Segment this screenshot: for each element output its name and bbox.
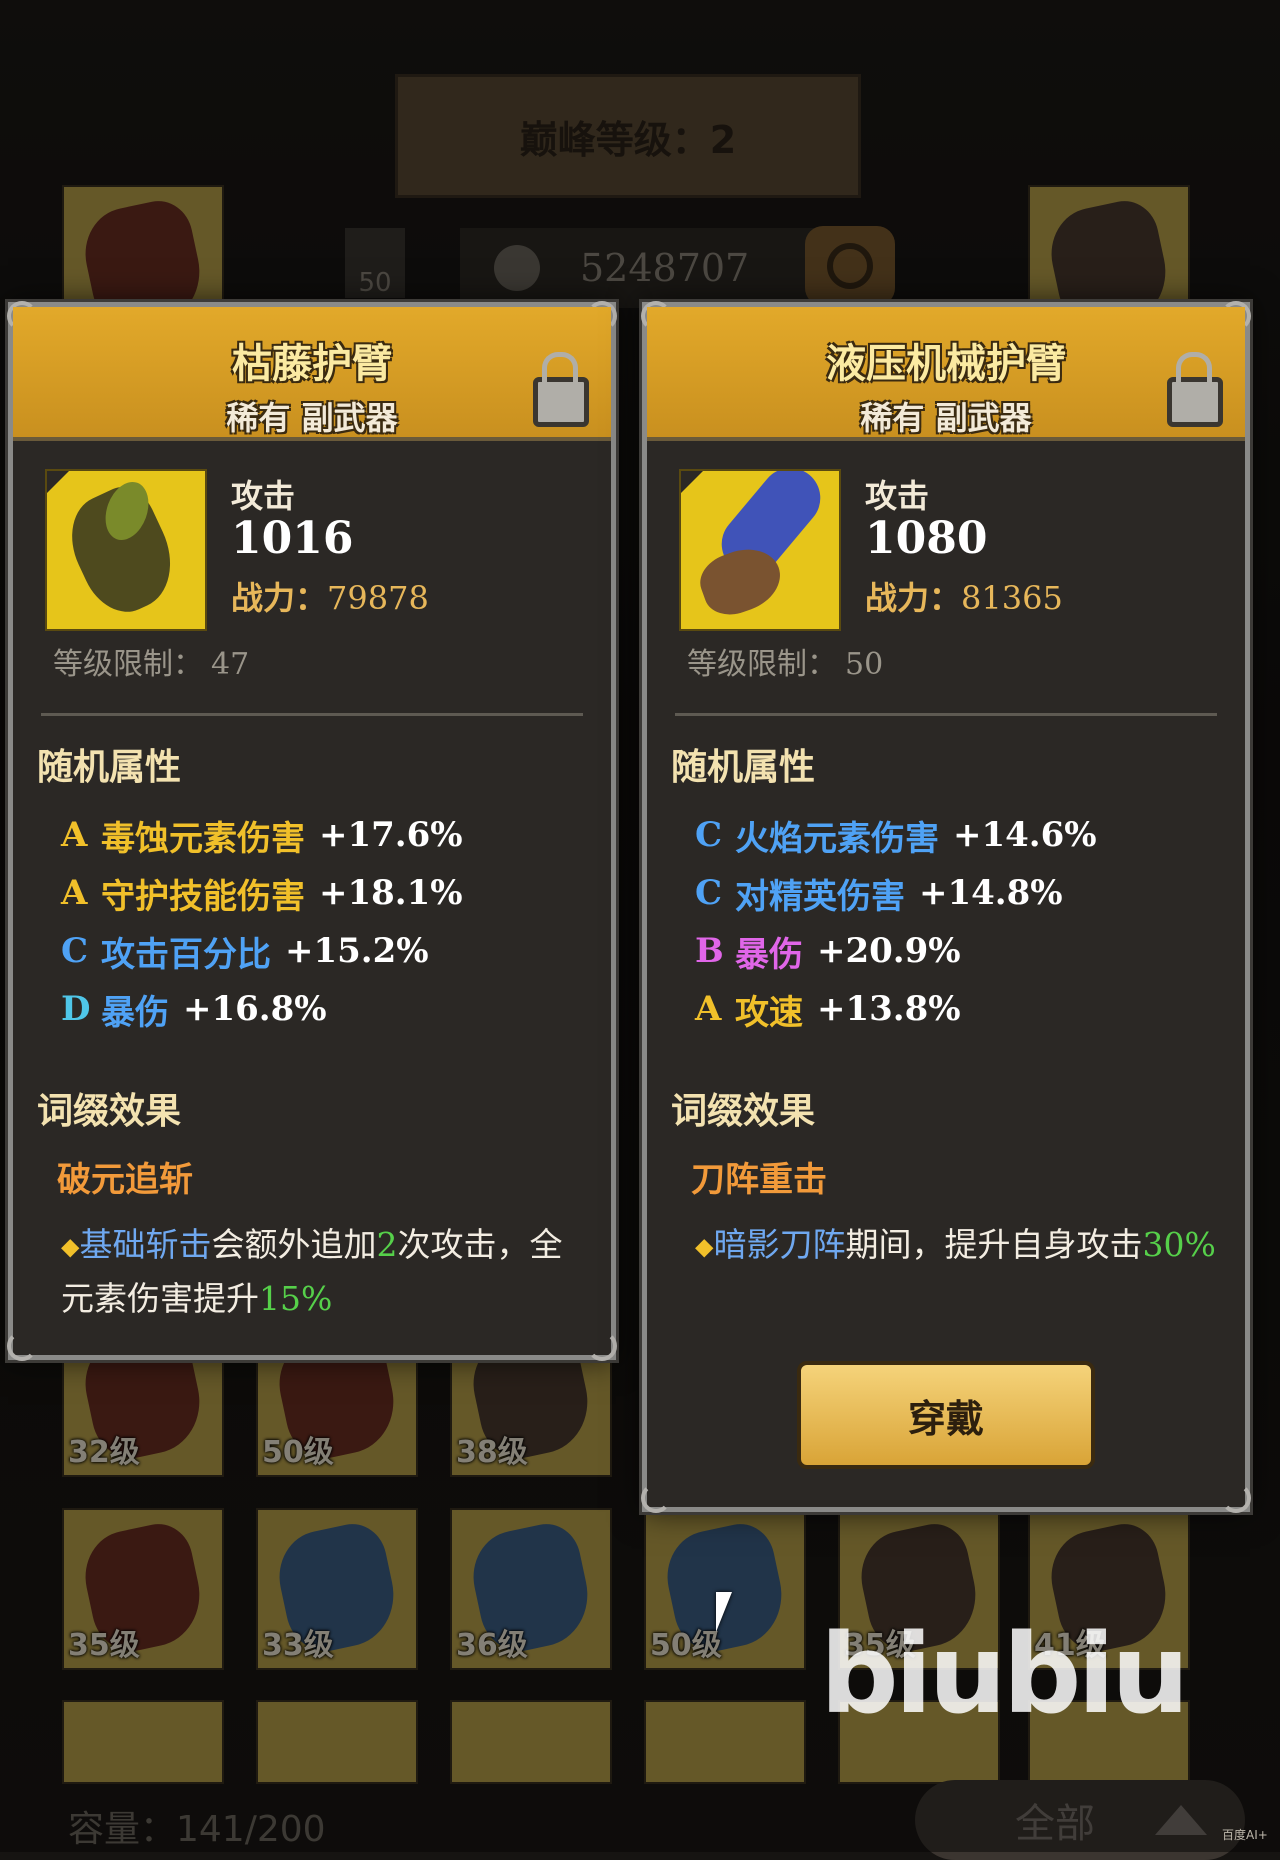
inventory-slot[interactable] [62,1700,224,1784]
random-attributes-title: 随机属性 [671,747,816,788]
card-header: 枯藤护臂 稀有 副武器 [13,307,611,441]
affix-description: ◆暗影刀阵期间，提升自身攻击30% [695,1225,1216,1264]
random-attributes-title: 随机属性 [37,747,182,788]
item-rarity-type: 稀有 副武器 [226,399,398,437]
attribute-list: A 毒蚀元素伤害 +17.6% A 守护技能伤害 +18.1% C 攻击百分比 +15.2%… [13,806,611,1038]
affix-title: 词缀效果 [671,1091,816,1132]
inventory-slot[interactable] [644,1700,806,1784]
item-card-current: 枯藤护臂 稀有 副武器 攻击 1016 战力：79878 等级限制： 47 随机属… [7,301,617,1361]
filter-label: 全部 [1015,1801,1095,1847]
player-level-box: 50 [345,228,405,298]
filter-button[interactable]: 全部 [915,1780,1245,1860]
power-bar: 5248707 [460,228,860,308]
affix-name: 刀阵重击 [691,1160,827,1200]
attribute-row: A 守护技能伤害 +18.1% [61,873,463,917]
lock-icon[interactable] [533,352,589,427]
power-rating: 战力：79878 [231,579,429,617]
inventory-slot[interactable]: 33级 [256,1508,418,1670]
divider [41,713,583,716]
mouse-cursor-icon [716,1592,732,1632]
watermark: biubiu [820,1610,1190,1738]
attribute-row: B 暴伤 +20.9% [695,931,961,975]
lock-icon[interactable] [1167,352,1223,427]
inventory-slot[interactable]: 35级 [62,1508,224,1670]
affix-title: 词缀效果 [37,1091,182,1132]
item-name: 液压机械护臂 [826,341,1066,387]
item-image [45,469,207,631]
attribute-row: D 暴伤 +16.8% [61,989,327,1033]
attribute-row: C 攻击百分比 +15.2% [61,931,429,975]
divider [675,713,1217,716]
equip-button[interactable]: 穿戴 [797,1361,1095,1469]
slot-level: 50级 [650,1628,722,1663]
attribute-row: A 攻速 +13.8% [695,989,961,1033]
search-icon [827,243,873,289]
item-name: 枯藤护臂 [232,341,392,387]
inventory-slot[interactable] [450,1700,612,1784]
slot-level: 35级 [68,1628,140,1663]
stat-value: 1016 [231,513,354,564]
level-requirement: 等级限制： 50 [687,647,884,682]
item-rarity-type: 稀有 副武器 [860,399,1032,437]
slot-level: 32级 [68,1435,140,1470]
slot-level: 36级 [456,1628,528,1663]
total-power: 5248707 [580,246,750,290]
corner-note: 百度AI+ [1222,1828,1268,1842]
attribute-row: A 毒蚀元素伤害 +17.6% [61,815,463,859]
slot-level: 38级 [456,1435,528,1470]
slot-level: 50级 [262,1435,334,1470]
chevron-up-icon [1155,1805,1207,1835]
power-rating: 战力：81365 [865,579,1063,617]
attribute-row: C 对精英伤害 +14.8% [695,873,1063,917]
slot-level: 33级 [262,1628,334,1663]
attribute-row: C 火焰元素伤害 +14.6% [695,815,1097,859]
inventory-slot[interactable]: 50级 [644,1508,806,1670]
search-button[interactable] [805,226,895,306]
level-requirement: 等级限制： 47 [53,647,250,682]
stat-label: 攻击 [865,477,930,515]
inventory-slot[interactable] [256,1700,418,1784]
affix-description: ◆基础斩击会额外追加2次攻击，全元素伤害提升15% [61,1225,563,1318]
fist-icon [494,245,540,291]
peak-level-banner: 巅峰等级：2 [395,74,861,198]
card-header: 液压机械护臂 稀有 副武器 [647,307,1245,441]
item-image [679,469,841,631]
inventory-capacity: 容量：141/200 [68,1809,326,1850]
attribute-list: C 火焰元素伤害 +14.6% C 对精英伤害 +14.8% B 暴伤 +20.9% A 攻速… [647,806,1245,1038]
item-card-new: 液压机械护臂 稀有 副武器 攻击 1080 战力：81365 等级限制： 50 随… [641,301,1251,1513]
stat-value: 1080 [865,513,988,564]
stat-label: 攻击 [231,477,296,515]
inventory-slot[interactable]: 36级 [450,1508,612,1670]
affix-name: 破元追斩 [57,1160,193,1200]
